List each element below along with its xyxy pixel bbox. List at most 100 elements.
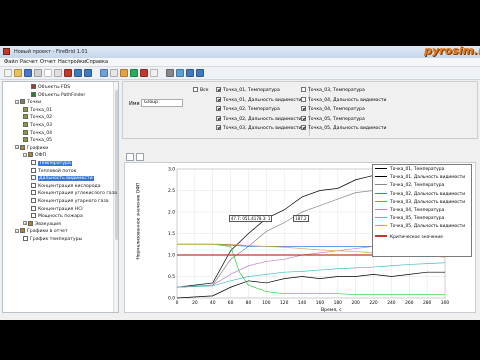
tree-node-icon bbox=[31, 167, 36, 173]
tree-item[interactable]: Объекты PathFinder bbox=[31, 91, 86, 99]
chart-annotation: 187.2 bbox=[293, 215, 309, 223]
save-icon[interactable] bbox=[24, 69, 32, 77]
table-icon[interactable] bbox=[110, 69, 118, 77]
checkbox-label: Точка_03, Дальность видимости bbox=[223, 126, 302, 131]
checkbox-box[interactable] bbox=[216, 96, 221, 102]
x-tick-label: 100 bbox=[262, 300, 271, 306]
tree-item[interactable]: − Графики в отчет bbox=[15, 228, 68, 235]
series-checkbox[interactable]: Точка_02, Температура bbox=[216, 106, 280, 113]
legend-label: Точка_02, Температура bbox=[390, 183, 445, 189]
tree-item[interactable]: + Эвакуация bbox=[23, 220, 61, 228]
toolbar bbox=[0, 67, 480, 80]
menu-file[interactable]: Файл bbox=[4, 59, 18, 65]
open-icon[interactable] bbox=[14, 69, 22, 77]
cut-icon[interactable] bbox=[34, 69, 42, 77]
series-checkbox[interactable]: Точка_04, Температура bbox=[301, 106, 365, 113]
checkbox-box[interactable] bbox=[301, 106, 306, 111]
delete-icon[interactable] bbox=[64, 69, 72, 77]
expand-toggle-icon[interactable]: − bbox=[15, 228, 19, 233]
chart-toolbar bbox=[126, 153, 146, 161]
grid-icon[interactable] bbox=[100, 69, 108, 77]
menu-report[interactable]: Отчет bbox=[40, 59, 56, 65]
chart-icon[interactable] bbox=[120, 69, 128, 77]
checkbox-label: Точка_05, Дальность видимости bbox=[308, 126, 387, 131]
y-axis-label: Нормализованное значение ОФП bbox=[136, 182, 142, 260]
tree-item-label: График температуры bbox=[30, 237, 83, 242]
expand-toggle-icon[interactable]: − bbox=[23, 152, 27, 157]
tree-item[interactable]: График температуры bbox=[23, 236, 82, 243]
redo-icon[interactable] bbox=[84, 69, 92, 77]
project-tree[interactable]: Объекты FDS Объекты PathFinder − Точки Точка… bbox=[2, 81, 119, 313]
checkbox-box[interactable] bbox=[193, 87, 198, 92]
tree-item[interactable]: Тепловой поток bbox=[31, 167, 77, 175]
series-checkbox[interactable]: Точка_03, Температура bbox=[301, 87, 365, 94]
expand-toggle-icon[interactable]: − bbox=[15, 99, 19, 104]
series-checkbox[interactable]: Точка_01, Дальность видимости bbox=[216, 96, 302, 104]
tree-item[interactable]: Объекты FDS bbox=[31, 84, 70, 91]
checkbox-box[interactable] bbox=[216, 87, 221, 92]
legend-label: Критическое значение bbox=[390, 234, 443, 240]
tree-item[interactable]: Концентрация кислорода bbox=[31, 182, 101, 190]
tree-item[interactable]: − ОФП bbox=[23, 152, 46, 159]
info-icon[interactable] bbox=[196, 69, 204, 77]
series-checkbox[interactable]: Точка_05, Температура bbox=[301, 115, 365, 123]
x-tick-label: 200 bbox=[351, 300, 360, 306]
checkbox-box[interactable] bbox=[301, 87, 306, 92]
tree-item-label: Точки bbox=[27, 100, 42, 106]
new-icon[interactable] bbox=[4, 69, 12, 77]
series-checkbox[interactable]: Точка_02, Дальность видимости bbox=[216, 115, 302, 123]
tree-item-label: Объекты PathFinder bbox=[38, 92, 86, 98]
tree-item-label: Графики bbox=[27, 145, 49, 151]
select-all-checkbox[interactable]: Все bbox=[193, 87, 209, 94]
tree-item[interactable]: Концентрация углекислого газа bbox=[31, 190, 117, 197]
tree-item[interactable]: Точка_05 bbox=[23, 137, 52, 144]
tree-item[interactable]: Дальность видимости bbox=[31, 175, 94, 182]
menu-settings[interactable]: Настройки bbox=[58, 59, 86, 65]
tree-item[interactable]: Точка_03 bbox=[23, 122, 52, 129]
y-tick-label: 0.0 bbox=[168, 296, 175, 302]
tree-item[interactable]: − Точки bbox=[15, 99, 41, 106]
checkbox-box[interactable] bbox=[301, 125, 306, 130]
table-view-icon[interactable] bbox=[136, 153, 144, 161]
checkbox-box[interactable] bbox=[301, 115, 306, 121]
name-input[interactable] bbox=[141, 99, 183, 107]
checkbox-box[interactable] bbox=[216, 115, 221, 121]
series-checkbox[interactable]: Точка_04, Дальность видимости bbox=[301, 96, 387, 104]
y-tick-label: 1.5 bbox=[168, 231, 175, 237]
tree-item[interactable]: Концентрация HCl bbox=[31, 205, 83, 213]
tree-item[interactable]: Концентрация угарного газа bbox=[31, 198, 109, 205]
stop-icon[interactable] bbox=[140, 69, 148, 77]
tree-item[interactable]: Точка_01 bbox=[23, 106, 52, 114]
tree-item-label: Тепловой поток bbox=[38, 168, 77, 174]
tree-item[interactable]: Мощность пожара bbox=[31, 213, 83, 220]
tree-item[interactable]: − Графики bbox=[15, 144, 49, 152]
tree-item[interactable]: Температура bbox=[31, 160, 72, 167]
report-icon[interactable] bbox=[150, 69, 158, 77]
x-tick-label: 0 bbox=[176, 300, 179, 306]
help-icon[interactable] bbox=[186, 69, 194, 77]
series-checkbox[interactable]: Точка_05, Дальность видимости bbox=[301, 125, 387, 132]
series-checkbox[interactable]: Точка_03, Дальность видимости bbox=[216, 125, 302, 132]
legend-swatch bbox=[375, 209, 387, 210]
menu-calc[interactable]: Расчет bbox=[20, 59, 38, 65]
checkbox-label: Точка_05, Температура bbox=[308, 116, 365, 122]
checkbox-box[interactable] bbox=[216, 125, 221, 130]
series-checkbox[interactable]: Точка_01, Температура bbox=[216, 87, 280, 94]
menu-help[interactable]: Справка bbox=[86, 59, 108, 65]
copy-icon[interactable] bbox=[44, 69, 52, 77]
chart-view-icon[interactable] bbox=[126, 153, 134, 161]
checkbox-box[interactable] bbox=[301, 96, 306, 102]
run-icon[interactable] bbox=[130, 69, 138, 77]
settings-icon[interactable] bbox=[166, 69, 174, 77]
undo-icon[interactable] bbox=[74, 69, 82, 77]
tree-item[interactable]: Точка_02 bbox=[23, 114, 52, 121]
x-tick-label: 300 bbox=[441, 300, 450, 306]
expand-toggle-icon[interactable]: − bbox=[15, 145, 19, 150]
tree-node-icon bbox=[23, 106, 28, 112]
checkbox-box[interactable] bbox=[216, 106, 221, 111]
paste-icon[interactable] bbox=[54, 69, 62, 77]
zoom-icon[interactable] bbox=[176, 69, 184, 77]
tree-item[interactable]: Точка_04 bbox=[23, 129, 52, 137]
expand-toggle-icon[interactable]: + bbox=[23, 221, 27, 226]
tree-scroll-thumb[interactable] bbox=[115, 90, 118, 240]
